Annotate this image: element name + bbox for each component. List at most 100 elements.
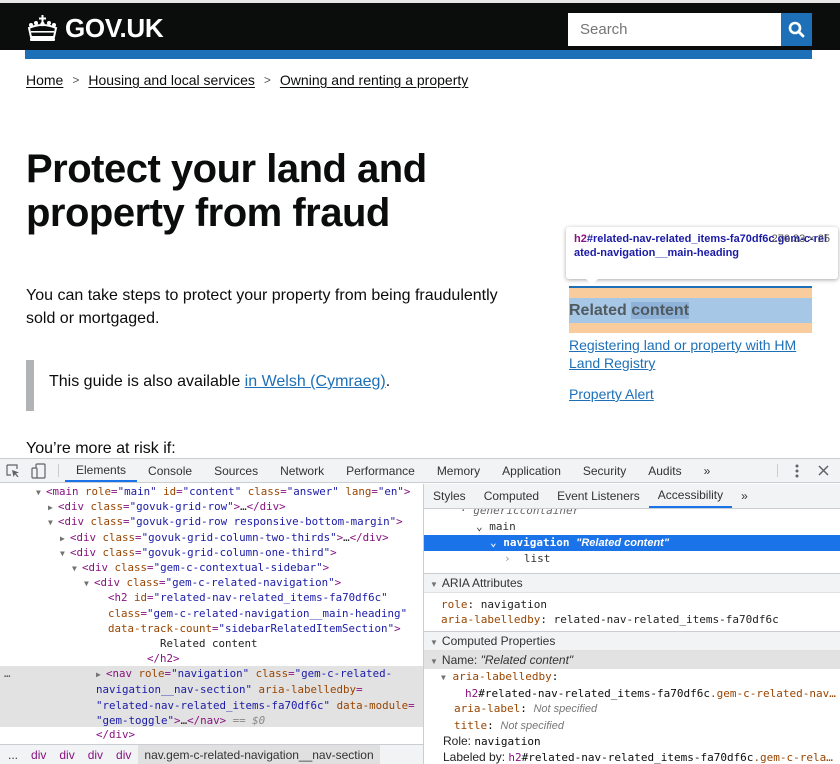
page-title: Protect your land and property from frau…: [26, 147, 427, 235]
related-link-property-alert[interactable]: Property Alert: [569, 385, 812, 403]
expanded-triangle-icon: ▼: [430, 638, 438, 647]
ax-node-genericcontainer[interactable]: · genericcontainer: [424, 509, 840, 519]
inspect-element-button[interactable]: [0, 459, 26, 482]
expanded-triangle-icon: ▼: [48, 518, 53, 528]
dom-node-nav-selected[interactable]: … ▶ <nav role="navigation" class="gem-c-r…: [0, 666, 423, 728]
logo-text: GOV.UK: [65, 12, 164, 43]
related-content-heading: Related content: [569, 298, 812, 323]
aria-attributes-header[interactable]: ▼ ARIA Attributes: [424, 573, 840, 593]
tab-application[interactable]: Application: [491, 459, 572, 482]
side-pane-tabs: Styles Computed Event Listeners Accessib…: [424, 484, 840, 509]
dom-node-one-third[interactable]: ▼ <div class="govuk-grid-column-one-third…: [0, 545, 423, 560]
collapsed-triangle-icon: ▶: [60, 533, 65, 543]
risk-paragraph: You’re more at risk if:: [26, 440, 176, 457]
expanded-triangle-icon: ▼: [441, 673, 446, 682]
devtools-panel: Elements Console Sources Network Perform…: [0, 458, 840, 764]
tooltip-tag: h2: [574, 233, 587, 245]
dom-node-related-navigation[interactable]: ▼ <div class="gem-c-related-navigation">: [0, 575, 423, 590]
govuk-header: GOV.UK: [0, 3, 840, 50]
dom-breadcrumb-bar: ... div div div div nav.gem-c-related-na…: [0, 744, 423, 764]
heading-margin-highlight: Related content: [569, 288, 812, 333]
inset-prefix: This guide is also available: [49, 373, 245, 390]
tab-elements[interactable]: Elements: [65, 459, 138, 482]
tab-network[interactable]: Network: [269, 459, 335, 482]
device-icon: [31, 462, 46, 479]
dom-node-main[interactable]: ▼ <main role="main" id="content" class="a…: [0, 484, 423, 499]
tab-sources[interactable]: Sources: [203, 459, 269, 482]
ax-node-navigation-selected[interactable]: ⌄ navigation "Related content": [424, 535, 840, 551]
computed-role-row: Role: navigation: [443, 734, 541, 748]
expanded-triangle-icon: ▼: [430, 657, 438, 666]
related-link-registering-land[interactable]: Registering land or property with HM Lan…: [569, 336, 812, 372]
collapsed-triangle-icon: ▶: [96, 670, 101, 680]
welsh-link[interactable]: in Welsh (Cymraeg): [245, 373, 386, 390]
welsh-inset-text: This guide is also available in Welsh (C…: [26, 360, 526, 411]
chevron-down-icon: ⌄: [490, 536, 497, 549]
dom-crumb-div[interactable]: div: [88, 748, 103, 762]
expanded-triangle-icon: ▼: [430, 580, 438, 589]
expanded-triangle-icon: ▼: [84, 579, 89, 589]
dom-text-related-content[interactable]: Related content: [0, 636, 423, 651]
tab-event-listeners[interactable]: Event Listeners: [548, 484, 649, 508]
dom-node-grid-row[interactable]: ▶ <div class="govuk-grid-row">…</div>: [0, 499, 423, 514]
breadcrumb-home[interactable]: Home: [26, 72, 63, 88]
collapsed-triangle-icon: ▶: [48, 503, 53, 513]
heading-text-part: content: [631, 302, 690, 319]
close-devtools-button[interactable]: [810, 459, 836, 482]
inspect-cursor-icon: [6, 463, 19, 477]
computed-name-row[interactable]: ▼ Name: "Related content": [424, 651, 840, 669]
tab-memory[interactable]: Memory: [426, 459, 491, 482]
aria-attributes-list: role: navigation aria-labelledby: relate…: [424, 593, 840, 631]
chevron-down-icon: ⌄: [476, 520, 483, 533]
search-icon: [788, 21, 805, 38]
tab-security[interactable]: Security: [572, 459, 637, 482]
dom-crumb-div[interactable]: div: [31, 748, 46, 762]
breadcrumb-owning-renting[interactable]: Owning and renting a property: [280, 72, 468, 88]
more-side-tabs-button[interactable]: »: [732, 484, 757, 508]
breadcrumb: Home > Housing and local services > Owni…: [26, 72, 468, 88]
search-form: [568, 13, 812, 46]
ax-node-list[interactable]: › list: [424, 551, 840, 567]
heading-text-part: Related: [569, 302, 632, 319]
search-input[interactable]: [568, 13, 781, 46]
aria-role-row: role: navigation: [441, 598, 547, 611]
breadcrumb-housing[interactable]: Housing and local services: [88, 72, 255, 88]
dom-node-h2-track: data-track-count="sidebarRelatedItemSect…: [108, 621, 401, 635]
dom-node-two-thirds[interactable]: ▶ <div class="govuk-grid-column-two-third…: [0, 530, 423, 545]
close-icon: [817, 465, 829, 476]
tab-computed[interactable]: Computed: [475, 484, 548, 508]
device-toolbar-button[interactable]: [26, 459, 52, 482]
kebab-menu-icon: [795, 464, 799, 477]
dom-crumb-div[interactable]: div: [116, 748, 131, 762]
elements-dom-tree: ▼ <main role="main" id="content" class="a…: [0, 484, 423, 744]
govuk-logo-link[interactable]: GOV.UK: [26, 12, 164, 44]
selected-node-marker: == $0: [232, 713, 266, 727]
related-links-list: Registering land or property with HM Lan…: [569, 336, 812, 416]
tab-accessibility[interactable]: Accessibility: [648, 484, 733, 508]
search-button[interactable]: [781, 13, 812, 46]
dom-node-h2[interactable]: <h2 id="related-nav-related_items-fa70df…: [0, 590, 423, 605]
dom-crumb-div[interactable]: div: [59, 748, 74, 762]
lead-paragraph: You can take steps to protect your prope…: [26, 287, 498, 327]
ax-node-main[interactable]: ⌄ main: [424, 519, 840, 535]
customize-menu-button[interactable]: [784, 459, 810, 482]
more-tabs-button[interactable]: »: [693, 459, 722, 482]
tab-audits[interactable]: Audits: [637, 459, 692, 482]
more-actions-dots[interactable]: …: [4, 666, 11, 681]
inspect-tooltip: h2#related-nav-related_items-fa70df6c.ge…: [566, 227, 838, 285]
dom-crumb-nav-selected[interactable]: nav.gem-c-related-navigation__nav-sectio…: [138, 745, 380, 764]
tab-styles[interactable]: Styles: [424, 484, 475, 508]
chevron-right-icon: ›: [504, 552, 511, 565]
dom-crumb-ellipsis[interactable]: ...: [8, 748, 18, 762]
computed-labeled-by-row[interactable]: Labeled by: h2#related-nav-related_items…: [424, 750, 840, 764]
computed-properties-list: ▼ aria-labelledby: h2#related-nav-relate…: [424, 669, 840, 764]
tab-console[interactable]: Console: [137, 459, 203, 482]
toolbar-divider: [777, 464, 778, 477]
computed-properties-header[interactable]: ▼ Computed Properties: [424, 631, 840, 651]
dom-node-grid-row-responsive[interactable]: ▼ <div class="govuk-grid-row responsive-b…: [0, 514, 423, 529]
computed-labelledby-value[interactable]: h2#related-nav-related_items-fa70df6c.ge…: [424, 686, 840, 702]
chevron-right-icon: >: [72, 73, 80, 87]
tab-performance[interactable]: Performance: [335, 459, 426, 482]
dom-node-contextual-sidebar[interactable]: ▼ <div class="gem-c-contextual-sidebar">: [0, 560, 423, 575]
computed-labelledby-row[interactable]: ▼ aria-labelledby:: [424, 669, 840, 686]
